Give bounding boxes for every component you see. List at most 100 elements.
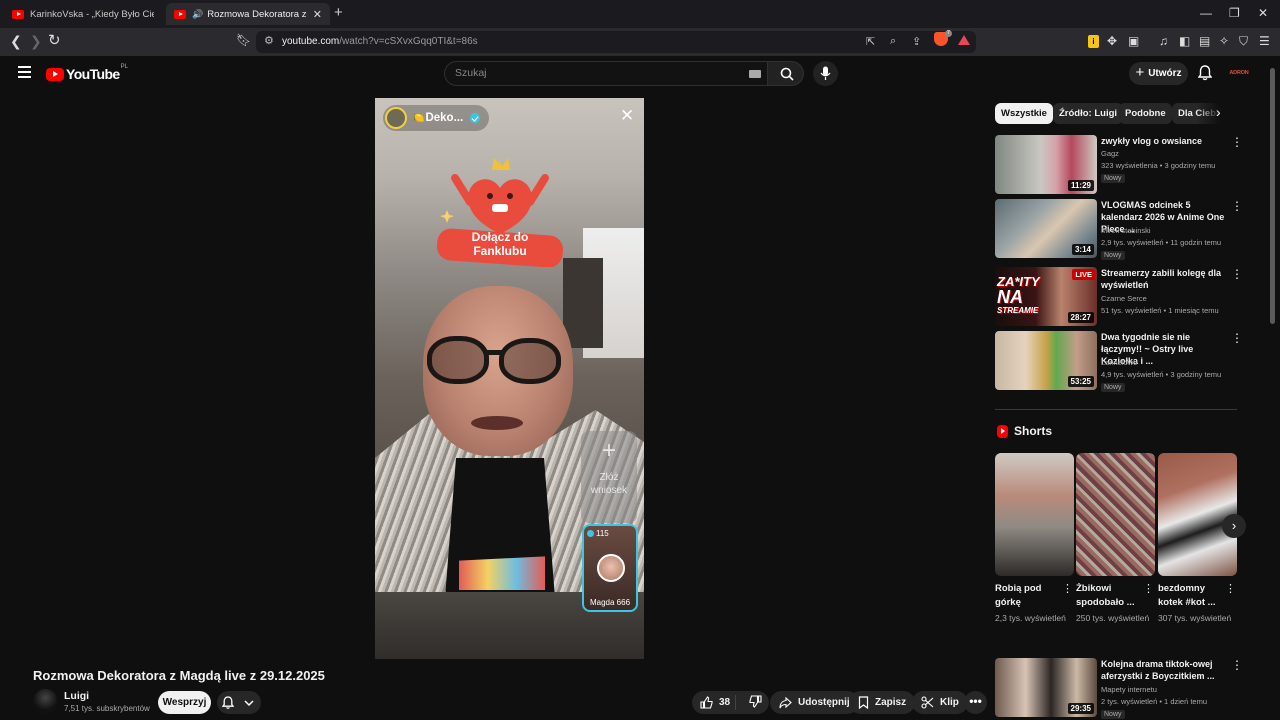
speaker-icon[interactable]: 🔊 [192,9,203,20]
microphone-icon [820,66,831,80]
chip-related[interactable]: Podobne [1119,103,1172,124]
search-button[interactable] [767,61,804,86]
more-options-icon[interactable]: ⋮ [1225,584,1236,595]
recommendation-channel[interactable]: Czarne Serce [1101,294,1147,303]
more-options-icon[interactable]: ⋮ [1231,200,1243,212]
wallet-icon[interactable]: ▤ [1199,34,1210,48]
recommendation-channel[interactable]: Mirek stabinski [1101,226,1151,235]
youtube-favicon-icon [174,9,186,19]
bookmark-icon[interactable]: 🔖︎ [236,33,251,47]
recommendation-item[interactable]: 11:29 zwykły vlog o owsiance Gagz 323 wy… [995,135,1243,195]
maximize-icon[interactable]: ❐ [1229,6,1240,20]
guest-viewer-count: 115 [587,529,609,538]
keyboard-icon[interactable] [749,70,761,78]
short-thumbnail[interactable] [1158,453,1237,576]
bell-icon [222,696,254,709]
recommendation-channel[interactable]: Lannelowo [1101,358,1137,367]
open-in-icon[interactable]: ⇱ [866,35,875,48]
address-bar[interactable]: ⚙︎ youtube.com/watch?v=cSXvxGqq0TI&t=86s… [256,31,976,53]
back-icon[interactable]: ❮ [10,33,22,50]
youtube-logo[interactable]: YouTube PL [46,64,128,82]
search-input[interactable] [455,67,735,79]
request-join-button[interactable]: + Złóż wniosek [581,431,637,523]
clip-button[interactable]: Klip [912,691,968,714]
browser-tab-active[interactable]: 🔊 Rozmowa Dekoratora z Magd ✕ [166,3,330,25]
voice-search-button[interactable] [813,61,838,86]
channel-name[interactable]: Luigi [64,690,89,702]
extension-icon[interactable]: i [1088,35,1099,48]
video-thumbnail[interactable]: 53:25 [995,331,1097,390]
recommendation-item[interactable]: 3:14 VLOGMAS odcinek 5 kalendarz 2026 w … [995,199,1243,260]
dislike-button[interactable] [749,694,762,711]
minimize-icon[interactable]: — [1200,6,1212,20]
more-options-icon[interactable]: ⋮ [1143,584,1154,595]
browser-tab[interactable]: KarinkoVska - „Kiedy Było Ciemno” ( [4,3,162,25]
recommendation-item[interactable]: 53:25 Dwa tygodnie sie nie łączymy!! ~ O… [995,331,1243,392]
channel-avatar[interactable] [33,689,58,714]
guest-tile[interactable]: 115 Magda 666 [582,524,638,612]
like-dislike-group: 38 [692,691,769,714]
short-thumbnail[interactable] [1076,453,1155,576]
glasses-right-lens [499,338,561,384]
video-thumbnail[interactable]: 29:35 [995,658,1097,717]
notifications-bell-icon[interactable] [1197,65,1213,86]
screenshot-icon[interactable]: ▣ [1128,34,1139,48]
live-channel-pill[interactable]: 🍋 Deko... [383,105,489,131]
page-scrollbar[interactable] [1270,68,1275,324]
browser-menu-icon[interactable]: ☰ [1259,34,1270,48]
like-button[interactable]: 38 [692,695,736,710]
short-item[interactable]: Robią pod górkę 2,3 tys. wyświetleń ⋮ [995,453,1074,625]
zoom-icon[interactable]: ⌕ [890,35,896,48]
more-options-icon[interactable]: ⋮ [1231,136,1243,148]
share-button[interactable]: Udostępnij [770,691,859,714]
like-count: 38 [719,697,731,708]
subscription-bell-button[interactable] [217,691,261,714]
share-page-icon[interactable]: ⇪ [912,35,921,48]
video-thumbnail[interactable]: 3:14 [995,199,1097,258]
more-options-icon[interactable]: ⋮ [1062,584,1073,595]
short-item[interactable]: Żbikowi spodobało ... 250 tys. wyświetle… [1076,453,1155,625]
create-button[interactable]: + Utwórz [1129,62,1188,85]
more-options-icon[interactable]: ⋮ [1231,268,1243,280]
video-thumbnail[interactable]: 11:29 [995,135,1097,194]
forward-icon[interactable]: ❯ [30,33,42,50]
leo-ai-icon[interactable]: ✧ [1219,34,1229,48]
verified-icon [470,113,481,123]
more-options-icon[interactable]: ⋮ [1231,659,1243,671]
more-options-icon[interactable]: ⋮ [1231,332,1243,344]
chip-from-channel[interactable]: Źródło: Luigi [1053,103,1124,124]
guide-menu-icon[interactable] [18,66,31,78]
music-icon[interactable]: ♫ [1159,34,1168,48]
window-close-icon[interactable]: ✕ [1258,6,1268,20]
brave-rewards-icon[interactable] [958,35,970,45]
support-button[interactable]: Wesprzyj [158,691,211,714]
puzzle-extensions-icon[interactable]: ✥ [1107,34,1117,48]
sidebar-toggle-icon[interactable]: ◧ [1179,34,1190,48]
fan-club-badge[interactable]: Dołącz do Fanklubu [435,152,565,282]
save-button[interactable]: Zapisz [849,691,916,714]
recommendation-channel[interactable]: Mapety internetu [1101,685,1157,694]
video-thumbnail[interactable]: ZA*ITY NA STREAMIE LIVE 28:27 [995,267,1097,326]
video-title: Rozmowa Dekoratora z Magdą live z 29.12.… [33,668,325,683]
overlay-close-icon[interactable]: ✕ [620,106,634,126]
recommendation-meta: 2 tys. wyświetleń • 1 dzień temu [1101,697,1208,706]
thumbs-up-icon [700,696,713,709]
short-item[interactable]: bezdomny kotek #kot ... 307 tys. wyświet… [1158,453,1237,625]
recommendation-channel[interactable]: Gagz [1101,149,1119,158]
shields-count-badge: 7 [945,30,952,37]
chips-next-icon[interactable]: › [1216,104,1221,120]
recommendation-item[interactable]: 29:35 Kolejna drama tiktok-owej aferzyst… [995,658,1243,719]
video-player[interactable]: 🍋 Deko... ✕ Dołącz do Fanklubu + Złóż wn… [375,98,644,659]
vpn-icon[interactable]: ⛉ [1239,34,1248,49]
chip-all[interactable]: Wszystkie [995,103,1053,124]
shorts-next-button[interactable]: › [1222,514,1246,538]
site-info-icon[interactable]: ⚙︎ [264,34,274,47]
recommendation-item[interactable]: ZA*ITY NA STREAMIE LIVE 28:27 Streamerzy… [995,267,1243,327]
live-badge: LIVE [1072,269,1095,280]
more-actions-button[interactable]: ••• [964,691,987,714]
reload-icon[interactable]: ↻ [48,31,61,49]
account-avatar[interactable]: ADRON [1228,64,1250,82]
short-thumbnail[interactable] [995,453,1074,576]
tab-close-icon[interactable]: ✕ [313,8,322,21]
new-tab-icon[interactable]: + [334,4,343,21]
